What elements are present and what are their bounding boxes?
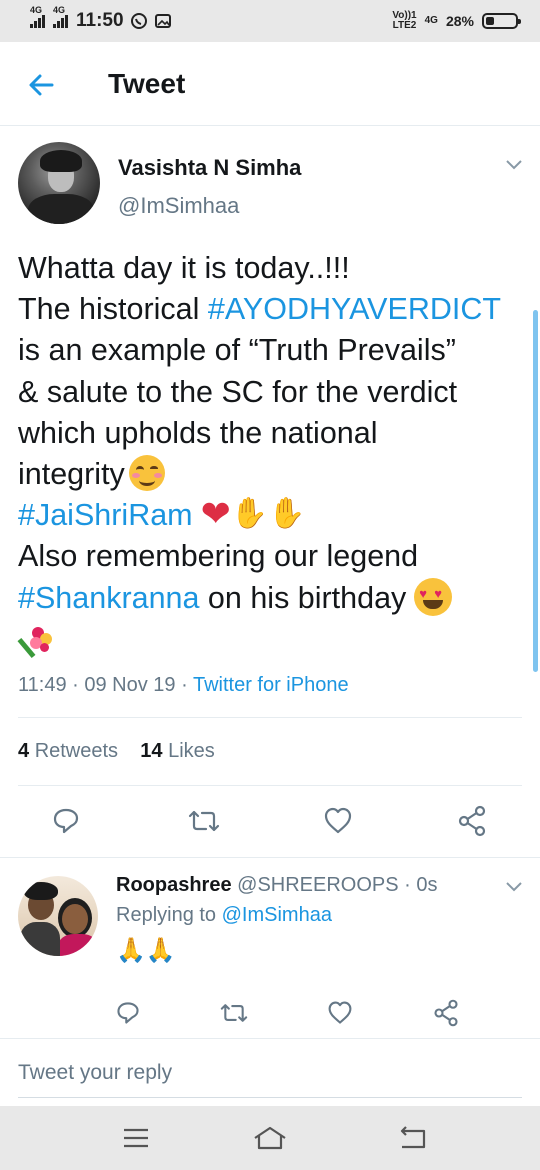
author-handle[interactable]: @ImSimhaa — [118, 193, 239, 219]
folded-hands-emoji-icon: ✋✋ — [230, 497, 306, 531]
retweet-button[interactable] — [216, 995, 252, 1031]
nav-back-button[interactable] — [392, 1120, 432, 1156]
menu-button[interactable] — [116, 1120, 156, 1156]
likes-stat[interactable]: 14 Likes — [140, 740, 215, 762]
like-button[interactable] — [320, 803, 356, 839]
reply-button[interactable] — [110, 995, 146, 1031]
tweet-line: The historical #AYODHYAVERDICT — [18, 289, 533, 330]
status-bar: 4G 4G 11:50 Vo))1 LTE2 4G 28% — [0, 0, 540, 42]
tweet-line: Also remembering our legend — [18, 536, 533, 577]
status-time: 11:50 — [76, 10, 124, 31]
retweets-count: 4 — [18, 740, 30, 762]
status-right: Vo))1 LTE2 4G 28% — [392, 10, 521, 31]
reply-button[interactable] — [48, 803, 84, 839]
tweet-text-segment: is an example of “Truth Prevails” — [18, 333, 456, 368]
like-icon — [328, 1001, 352, 1024]
retweets-label: Retweets — [34, 740, 119, 762]
reply-time-sep: · — [398, 874, 417, 896]
reply-author-avatar[interactable] — [18, 876, 98, 956]
battery-icon — [482, 13, 521, 29]
battery-percent: 28% — [445, 13, 474, 29]
bouquet-emoji-icon — [17, 623, 54, 659]
tweet-text-segment: integrity — [18, 457, 125, 492]
gallery-icon — [154, 14, 171, 28]
tweet-text-segment: The historical — [18, 292, 208, 327]
like-icon — [324, 807, 352, 834]
tweet-line: integrity — [18, 454, 533, 495]
smiling-face-emoji-icon — [128, 454, 165, 491]
signal-icon-2: 4G — [53, 5, 68, 28]
reply-author-handle[interactable]: @SHREEROOPS — [237, 874, 398, 896]
red-heart-emoji-icon: ❤ — [200, 493, 231, 535]
tweet-time: 11:49 — [18, 674, 67, 696]
reply-icon — [53, 808, 79, 834]
page-title: Tweet — [108, 68, 186, 99]
tweet-meta: 11:49 · 09 Nov 19 · Twitter for iPhone — [18, 674, 349, 696]
divider — [18, 785, 522, 786]
retweet-icon — [220, 1004, 248, 1022]
hashtag-link[interactable]: #JaiShriRam — [18, 498, 193, 532]
tweet-line: & salute to the SC for the verdict — [18, 372, 533, 413]
tweet-line: Whatta day it is today..!!! — [18, 248, 533, 289]
tweet-source-link[interactable]: Twitter for iPhone — [193, 674, 349, 696]
home-icon — [254, 1126, 286, 1150]
author-name[interactable]: Vasishta N Simha — [118, 155, 301, 181]
divider — [0, 1038, 540, 1039]
tweet-line: #JaiShriRam ❤✋✋ — [18, 495, 533, 536]
replying-to: Replying to @ImSimhaa — [116, 904, 332, 927]
chevron-down-icon[interactable] — [504, 158, 524, 172]
tweet-stats: 4 Retweets 14 Likes — [18, 740, 215, 763]
share-button[interactable] — [428, 995, 464, 1031]
menu-icon — [124, 1128, 148, 1148]
share-icon — [434, 999, 458, 1027]
retweets-stat[interactable]: 4 Retweets — [18, 740, 118, 762]
tweet-text-segment: & salute to the SC for the verdict — [18, 374, 458, 409]
chevron-down-icon[interactable] — [504, 880, 524, 894]
divider — [0, 857, 540, 858]
home-button[interactable] — [250, 1120, 290, 1156]
share-icon — [458, 805, 486, 837]
scrollbar[interactable] — [533, 310, 538, 672]
reply-time: 0s — [416, 874, 438, 896]
tweet-line: which upholds the national — [18, 413, 533, 454]
volte-indicator: Vo))1 LTE2 — [392, 10, 417, 31]
reply-author-line: Roopashree @SHREEROOPS · 0s — [116, 874, 438, 897]
input-underline — [18, 1097, 522, 1098]
system-nav-bar — [0, 1106, 540, 1170]
author-avatar[interactable] — [18, 142, 100, 224]
tweet-text-segment: which upholds the national — [18, 415, 378, 450]
divider — [18, 717, 522, 718]
reply-text: 🙏🙏 — [116, 937, 176, 964]
signal-icon: 4G — [30, 5, 45, 28]
battery-fill — [486, 17, 494, 25]
likes-count: 14 — [140, 740, 163, 762]
share-button[interactable] — [454, 803, 490, 839]
back-arrow-icon[interactable] — [26, 70, 56, 100]
tweet-text-segment: on his birthday — [199, 580, 407, 615]
nav-back-icon — [400, 1126, 426, 1149]
whatsapp-icon — [130, 13, 147, 29]
reply-author-name[interactable]: Roopashree — [116, 874, 232, 896]
hashtag-link[interactable]: #AYODHYAVERDICT — [208, 292, 501, 326]
replying-to-label: Replying to — [116, 904, 222, 926]
network-indicator: 4G — [424, 15, 438, 26]
reply-input[interactable]: Tweet your reply — [18, 1061, 172, 1085]
app-header: Tweet — [0, 42, 540, 126]
replying-to-link[interactable]: @ImSimhaa — [222, 904, 332, 926]
tweet-date: 09 Nov 19 — [84, 674, 176, 696]
tweet-text-segment: Whatta day it is today..!!! — [18, 251, 350, 285]
tweet-line: #Shankranna on his birthday ♥ ♥ — [18, 577, 533, 619]
tweet-line — [17, 619, 533, 660]
likes-label: Likes — [168, 740, 215, 762]
reply-icon — [117, 1002, 139, 1024]
tweet-line: is an example of “Truth Prevails” — [18, 330, 533, 371]
retweet-button[interactable] — [186, 803, 222, 839]
tweet-text-segment: Also remembering our legend — [18, 539, 419, 574]
tweet-text: Whatta day it is today..!!! The historic… — [17, 248, 533, 660]
hashtag-link[interactable]: #Shankranna — [18, 581, 199, 615]
status-left: 4G 4G 11:50 — [30, 5, 172, 32]
retweet-icon — [188, 810, 220, 832]
like-button[interactable] — [322, 995, 358, 1031]
heart-eyes-emoji-icon: ♥ ♥ — [414, 577, 453, 616]
